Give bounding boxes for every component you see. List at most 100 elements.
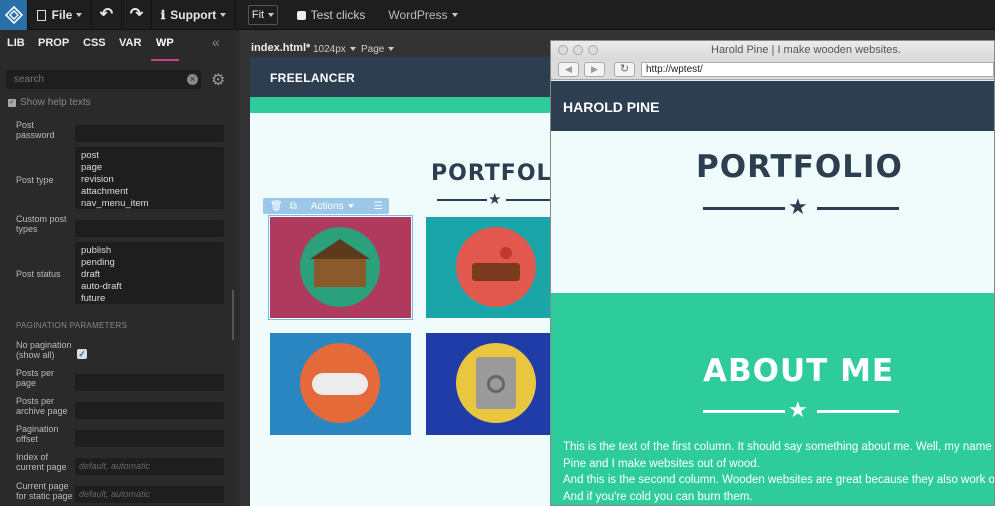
collapse-panel-icon[interactable]: « (212, 34, 220, 50)
browser-title: Harold Pine | I make wooden websites. (711, 44, 901, 56)
cabin-icon (300, 227, 380, 307)
list-item[interactable]: future (81, 293, 224, 304)
list-item[interactable]: publish (81, 245, 224, 257)
divider (817, 410, 899, 413)
star-icon: ★ (788, 397, 808, 422)
post-type-list[interactable]: post page revision attachment nav_menu_i… (75, 147, 224, 209)
chevron-down-icon (347, 203, 354, 208)
current-page-static-field[interactable]: default, automatic (75, 486, 224, 503)
chevron-down-icon (451, 13, 458, 17)
gamepad-icon (300, 343, 380, 423)
menu-icon[interactable]: ☰ (374, 201, 383, 212)
tab-prop[interactable]: PROP (38, 37, 69, 49)
search-input[interactable] (6, 70, 181, 89)
about-line: And if you're cold you can burn them. (563, 490, 753, 503)
clear-search-icon[interactable]: × (187, 74, 198, 85)
about-heading: ABOUT ME (703, 353, 895, 389)
about-line: And this is the second column. Wooden we… (563, 474, 994, 486)
chevron-down-icon (220, 13, 227, 17)
undo-icon: ↶ (99, 6, 114, 23)
no-pagination-checkbox[interactable]: ✓ (77, 349, 87, 359)
minimize-window-button[interactable] (573, 45, 583, 55)
page-preview: FREELANCER PORTFOLIO ★ 🗑 ⧉ Actions ☰ (250, 57, 560, 506)
site-viewport: HAROLD PINE PORTFOLIO ★ ABOUT ME ★ This … (551, 81, 994, 505)
list-item[interactable]: pending (81, 257, 224, 269)
test-clicks-toggle[interactable]: Test clicks (294, 0, 368, 30)
star-icon: ★ (788, 194, 808, 219)
post-status-list[interactable]: publish pending draft auto-draft future (75, 242, 224, 304)
portfolio-tile[interactable] (426, 217, 560, 318)
test-clicks-checkbox[interactable] (296, 10, 306, 20)
tab-var[interactable]: VAR (119, 37, 141, 49)
undo-button[interactable]: ↶ (92, 0, 122, 30)
list-item[interactable]: nav_menu_item (81, 198, 224, 209)
index-current-page-field[interactable]: default, automatic (75, 458, 224, 475)
browser-toolbar: ◀ ▶ ↻ http://wptest/ (551, 60, 994, 80)
wordpress-menu[interactable]: WordPress (388, 0, 458, 30)
list-item[interactable]: page (81, 162, 224, 174)
list-item[interactable]: post (81, 150, 224, 162)
tab-wp[interactable]: WP (156, 37, 174, 49)
fit-label: Fit (251, 9, 265, 21)
page-dropdown[interactable]: Page (361, 44, 395, 55)
panel-scrollbar[interactable] (232, 290, 234, 340)
pagination-section-header: PAGINATION PARAMETERS (16, 321, 128, 330)
document-tab[interactable]: index.html* (251, 42, 310, 54)
portfolio-tile[interactable] (426, 333, 560, 435)
posts-per-page-field[interactable] (75, 374, 224, 391)
portfolio-tile[interactable] (268, 215, 413, 320)
info-icon: ℹ (160, 8, 166, 22)
forward-button[interactable]: ▶ (584, 62, 605, 77)
divider (817, 207, 899, 210)
redo-button[interactable]: ↷ (122, 0, 152, 30)
support-menu[interactable]: ℹ Support (152, 0, 236, 30)
custom-post-types-label: Custom post types (16, 214, 67, 234)
pagination-offset-label: Pagination offset (16, 424, 59, 444)
list-item[interactable]: auto-draft (81, 281, 224, 293)
help-texts-checkbox[interactable]: ✓ (8, 98, 16, 107)
fit-dropdown[interactable]: Fit (248, 5, 278, 25)
list-item[interactable]: revision (81, 174, 224, 186)
actions-dropdown[interactable]: Actions (311, 201, 354, 212)
preview-portfolio-heading: PORTFOLIO (431, 161, 560, 186)
file-menu[interactable]: File (28, 0, 92, 30)
top-toolbar: File ↶ ↷ ℹ Support Fit Test clicks WordPr… (0, 0, 995, 30)
wordpress-label: WordPress (388, 8, 448, 22)
pagination-offset-field[interactable] (75, 430, 224, 447)
help-texts-toggle[interactable]: ✓ Show help texts (8, 97, 91, 108)
about-section: ABOUT ME ★ This is the text of the first… (551, 293, 994, 505)
about-line: This is the text of the first column. It… (563, 441, 994, 453)
trash-icon[interactable]: 🗑 (270, 201, 283, 212)
list-item[interactable]: draft (81, 269, 224, 281)
site-brand[interactable]: HAROLD PINE (563, 99, 659, 115)
file-icon (36, 9, 46, 21)
no-pagination-label: No pagination (show all) (16, 340, 72, 360)
posts-per-page-label: Posts per page (16, 368, 55, 388)
divider (703, 410, 785, 413)
close-window-button[interactable] (558, 45, 568, 55)
post-status-label: Post status (16, 269, 61, 279)
preview-green-strip (250, 97, 560, 113)
post-type-label: Post type (16, 175, 54, 185)
size-dropdown[interactable]: 1024px (313, 44, 356, 55)
divider (703, 207, 785, 210)
custom-post-types-field[interactable] (75, 220, 224, 237)
divider (437, 199, 487, 201)
address-bar[interactable]: http://wptest/ (641, 62, 994, 77)
list-item[interactable]: attachment (81, 186, 224, 198)
app-logo-icon[interactable] (0, 0, 28, 30)
back-button[interactable]: ◀ (558, 62, 579, 77)
copy-icon[interactable]: ⧉ (290, 201, 297, 212)
browser-window: Harold Pine | I make wooden websites. ◀ … (550, 40, 995, 506)
post-password-field[interactable] (75, 125, 224, 142)
portfolio-tile[interactable] (270, 333, 411, 435)
tab-lib[interactable]: LIB (7, 37, 25, 49)
gear-icon[interactable]: ⚙ (211, 70, 225, 90)
reload-icon[interactable]: ↻ (614, 62, 635, 77)
zoom-window-button[interactable] (588, 45, 598, 55)
chevron-down-icon (388, 47, 395, 52)
cake-icon (456, 227, 536, 307)
posts-per-archive-field[interactable] (75, 402, 224, 419)
actions-label: Actions (310, 200, 344, 212)
tab-css[interactable]: CSS (83, 37, 106, 49)
